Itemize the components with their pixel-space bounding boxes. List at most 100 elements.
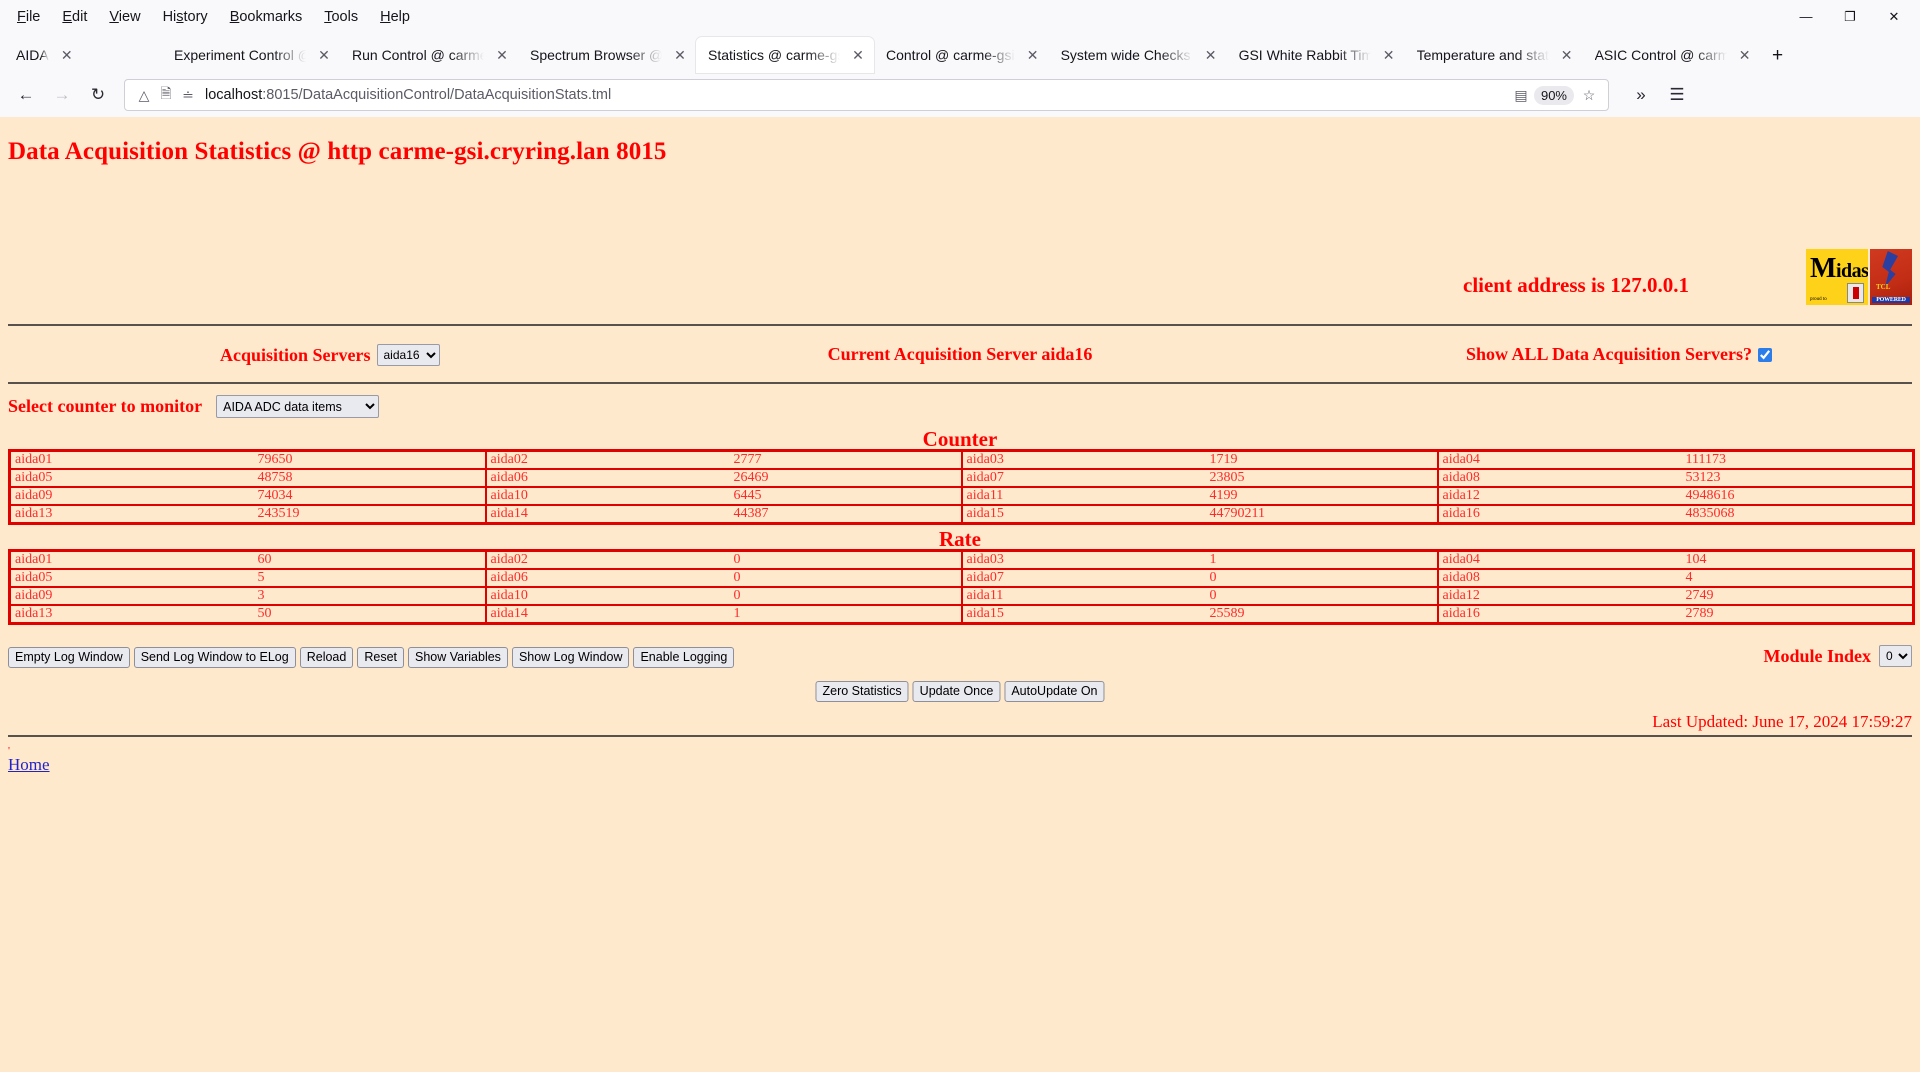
show-all-servers-checkbox[interactable] [1758, 347, 1772, 362]
forward-icon[interactable]: → [44, 79, 80, 111]
zero-statistics-button[interactable]: Zero Statistics [815, 681, 909, 702]
acquisition-server-select[interactable]: aida16 [376, 344, 440, 366]
menu-history[interactable]: History [152, 6, 219, 28]
counter-cell-value: 23805 [1199, 468, 1439, 488]
counter-cell-value: 4948616 [1675, 486, 1915, 506]
reload-icon[interactable]: ↻ [80, 79, 116, 111]
counter-cell-name: aida12 [1436, 486, 1676, 506]
rate-cell-value: 25589 [1199, 604, 1439, 625]
current-server-heading: Current Acquisition Server aida16 [827, 344, 1093, 364]
browser-tab[interactable]: AIDA ✕ [4, 37, 162, 73]
tab-label: Control @ carme-gsi [886, 47, 1015, 63]
overflow-icon[interactable]: » [1623, 79, 1659, 111]
counter-cell-value: 4199 [1199, 486, 1439, 506]
midas-logo-letter: M [1810, 253, 1836, 284]
page-content: Data Acquisition Statistics @ http carme… [0, 117, 1920, 1072]
tab-close-icon[interactable]: ✕ [848, 45, 868, 65]
browser-tab[interactable]: System wide Checks @ carme ✕ [1049, 37, 1227, 73]
tab-close-icon[interactable]: ✕ [492, 45, 512, 65]
rate-cell-value: 60 [247, 549, 487, 570]
reset-button[interactable]: Reset [357, 647, 404, 668]
table-row: aida01 60 aida02 0 aida03 1 aida04 104 [8, 549, 1915, 570]
autoupdate-toggle-button[interactable]: AutoUpdate On [1004, 681, 1105, 702]
tab-label: System wide Checks @ carme [1060, 47, 1193, 63]
show-variables-button[interactable]: Show Variables [408, 647, 508, 668]
rate-cell-name: aida04 [1436, 549, 1676, 570]
send-log-window-to-elog-button[interactable]: Send Log Window to ELog [133, 647, 296, 668]
toolbar-tail: » ☰ [1617, 79, 1695, 111]
bookmark-star-icon[interactable]: ☆ [1578, 87, 1600, 104]
rate-table: aida01 60 aida02 0 aida03 1 aida04 104 a… [8, 549, 1915, 625]
close-icon[interactable]: ✕ [1872, 0, 1916, 33]
browser-tab[interactable]: Spectrum Browser @ carme-gsi ✕ [518, 37, 696, 73]
tab-close-icon[interactable]: ✕ [1201, 45, 1221, 65]
table-row: aida05 48758 aida06 26469 aida07 23805 a… [8, 468, 1915, 488]
counter-cell-value: 4835068 [1675, 504, 1915, 525]
window-controls: — ❐ ✕ [1784, 0, 1916, 33]
browser-tab[interactable]: Run Control @ carme-gsi ✕ [340, 37, 518, 73]
tab-close-icon[interactable]: ✕ [670, 45, 690, 65]
browser-tab[interactable]: ASIC Control @ carme-gsi ✕ [1583, 37, 1761, 73]
update-once-button[interactable]: Update Once [912, 681, 1001, 702]
minimize-icon[interactable]: — [1784, 0, 1828, 33]
rate-cell-value: 104 [1675, 549, 1915, 570]
tab-close-icon[interactable]: ✕ [314, 45, 334, 65]
new-tab-button[interactable]: + [1761, 39, 1795, 73]
rate-cell-value: 0 [723, 549, 963, 570]
app-menu-icon[interactable]: ☰ [1659, 79, 1695, 111]
tcl-feather-icon [1882, 251, 1898, 287]
menu-edit[interactable]: Edit [51, 6, 98, 28]
maximize-icon[interactable]: ❐ [1828, 0, 1872, 33]
counter-cell-name: aida15 [960, 504, 1200, 525]
browser-tab[interactable]: Control @ carme-gsi ✕ [874, 37, 1049, 73]
tab-label: Run Control @ carme-gsi [352, 47, 484, 63]
reader-view-icon[interactable]: ▤ [1510, 87, 1532, 104]
rate-cell-value: 4 [1675, 568, 1915, 588]
counter-select[interactable]: AIDA ADC data items [216, 395, 380, 418]
empty-log-window-button[interactable]: Empty Log Window [8, 647, 130, 668]
rate-cell-name: aida13 [8, 604, 248, 625]
menu-tools[interactable]: Tools [313, 6, 369, 28]
tab-close-icon[interactable]: ✕ [1557, 45, 1577, 65]
browser-tab[interactable]: GSI White Rabbit Time ✕ [1227, 37, 1405, 73]
counter-cell-name: aida11 [960, 486, 1200, 506]
permissions-icon[interactable]: ≐ [177, 87, 199, 104]
tab-close-icon[interactable]: ✕ [57, 45, 77, 65]
tab-close-icon[interactable]: ✕ [1379, 45, 1399, 65]
module-index-select[interactable]: 0 [1879, 645, 1912, 667]
logo-group: Midas proud to TCL POWERED [1806, 249, 1912, 305]
shield-icon[interactable]: △ [133, 87, 155, 104]
menu-help[interactable]: Help [369, 6, 421, 28]
reload-button[interactable]: Reload [299, 647, 354, 668]
show-log-window-button[interactable]: Show Log Window [511, 647, 630, 668]
counter-cell-name: aida04 [1436, 449, 1676, 470]
browser-tab[interactable]: Temperature and status ✕ [1405, 37, 1583, 73]
rate-cell-name: aida10 [484, 586, 724, 606]
show-all-servers-control: Show ALL Data Acquisition Servers? [1466, 344, 1772, 365]
divider-under-servers [8, 382, 1912, 384]
counter-cell-value: 243519 [247, 504, 487, 525]
rate-cell-value: 3 [247, 586, 487, 606]
enable-logging-button[interactable]: Enable Logging [633, 647, 735, 668]
menu-view[interactable]: View [98, 6, 151, 28]
counter-cell-name: aida16 [1436, 504, 1676, 525]
url-bar[interactable]: △ 🗎 ≐ localhost:8015/DataAcquisitionCont… [124, 79, 1609, 111]
tab-close-icon[interactable]: ✕ [1735, 45, 1755, 65]
page-title: Data Acquisition Statistics @ http carme… [8, 138, 667, 165]
divider-footer [8, 735, 1912, 737]
tab-strip: AIDA ✕ Experiment Control @ carme-gsi ✕ … [0, 33, 1920, 73]
home-link[interactable]: Home [8, 755, 50, 775]
zoom-level-badge[interactable]: 90% [1533, 85, 1574, 105]
counter-cell-value: 79650 [247, 449, 487, 470]
tab-close-icon[interactable]: ✕ [1023, 45, 1043, 65]
menu-bookmarks[interactable]: Bookmarks [219, 6, 314, 28]
browser-tab[interactable]: Experiment Control @ carme-gsi ✕ [162, 37, 340, 73]
tcl-powered-logo-icon: TCL POWERED [1870, 249, 1912, 305]
back-icon[interactable]: ← [8, 79, 44, 111]
menu-file[interactable]: File [6, 6, 51, 28]
acquisition-servers-label: Acquisition Servers [220, 344, 371, 365]
counter-cell-value: 48758 [247, 468, 487, 488]
rate-cell-value: 1 [723, 604, 963, 625]
midas-logo-subtext: proud to [1810, 297, 1827, 302]
browser-tab-active[interactable]: Statistics @ carme-gsi ✕ [696, 37, 874, 73]
